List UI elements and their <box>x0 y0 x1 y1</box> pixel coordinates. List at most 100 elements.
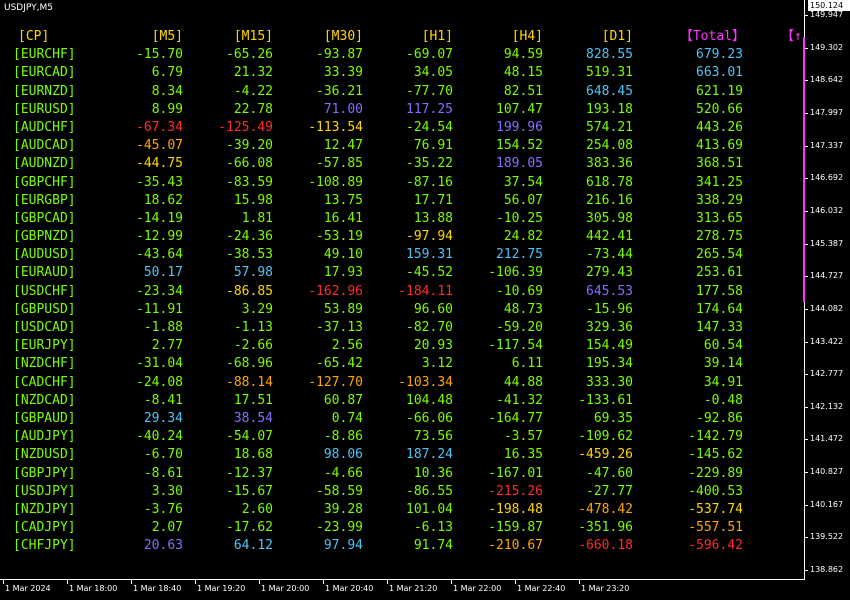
price-axis[interactable]: 150.124 149.947 149.302 148.642 147.997 147.… <box>805 0 850 580</box>
value-cell: 91.74 <box>413 538 453 554</box>
value-cell: 177.58 <box>696 283 743 299</box>
value-cell: 265.54 <box>696 247 743 263</box>
value-cell: -83.59 <box>226 174 273 190</box>
time-axis[interactable]: 1 Mar 2024 1 Mar 18:00 1 Mar 18:40 1 Mar 19… <box>0 580 805 600</box>
value-cell: -86.85 <box>226 283 273 299</box>
value-cell: -210.67 <box>488 538 543 554</box>
value-cell: -4.22 <box>233 83 273 99</box>
value-cell: 33.39 <box>323 65 363 81</box>
value-cell: -167.01 <box>488 465 543 481</box>
value-cell: -145.62 <box>688 447 743 463</box>
price-tick <box>805 276 808 278</box>
value-cell: 20.93 <box>413 338 453 354</box>
value-cell: 64.12 <box>233 538 273 554</box>
value-cell: 50.17 <box>143 265 183 281</box>
value-cell: 2.07 <box>151 520 183 536</box>
table-row: [GBPCHF] -35.43 -83.59 -108.89 -87.16 37.54 61… <box>0 174 805 192</box>
table-row: [NZDUSD] -6.70 18.68 98.06 187.24 16.35 -459.2… <box>0 446 805 464</box>
pair-label: [EURJPY] <box>13 338 76 354</box>
table-row: [NZDCHF] -31.04 -68.96 -65.42 3.12 6.11 195.34… <box>0 355 805 373</box>
price-tick <box>805 570 808 572</box>
table-row: [EURGBP] 18.62 15.98 13.75 17.71 56.07 216.16 3… <box>0 192 805 210</box>
value-cell: -27.77 <box>586 483 633 499</box>
value-cell: 383.36 <box>586 156 633 172</box>
value-cell: 8.34 <box>151 83 183 99</box>
value-cell: -113.54 <box>308 119 363 135</box>
value-cell: -125.49 <box>218 119 273 135</box>
value-cell: 98.06 <box>323 447 363 463</box>
value-cell: 520.66 <box>696 101 743 117</box>
time-tick <box>195 580 196 584</box>
pair-label: [AUDUSD] <box>13 247 76 263</box>
time-tick <box>3 580 4 584</box>
value-cell: -1.13 <box>233 320 273 335</box>
pair-label: [GBPCHF] <box>13 174 76 190</box>
table-row: [USDJPY] 3.30 -15.67 -58.59 -86.55 -215.26 -27… <box>0 483 805 501</box>
value-cell: -11.91 <box>136 301 183 317</box>
pair-label: [USDJPY] <box>13 483 76 499</box>
price-tick <box>805 243 808 245</box>
value-cell: 21.32 <box>233 65 273 81</box>
price-tick <box>805 504 808 506</box>
price-tick <box>805 178 808 180</box>
value-cell: 253.61 <box>696 265 743 281</box>
price-label: 141.472 <box>810 434 844 444</box>
value-cell: -660.18 <box>578 538 633 554</box>
value-cell: 117.25 <box>406 101 453 117</box>
time-label: 1 Mar 21:20 <box>389 584 438 593</box>
header-m5: [M5] <box>151 29 183 44</box>
time-tick <box>579 580 580 584</box>
value-cell: -117.54 <box>488 338 543 354</box>
price-label: 148.642 <box>810 75 844 85</box>
time-tick <box>67 580 68 584</box>
table-row: [USDCAD] -1.88 -1.13 -37.13 -82.70 -59.20 329.… <box>0 319 805 337</box>
price-tick <box>805 374 808 376</box>
table-row: [NZDCAD] -8.41 17.51 60.87 104.48 -41.32 -133.… <box>0 392 805 410</box>
value-cell: 107.47 <box>496 101 543 117</box>
value-cell: -77.70 <box>406 83 453 99</box>
value-cell: 443.26 <box>696 119 743 135</box>
chart-area[interactable]: USDJPY,M5 [CP] [M5] [M15] [M30] [H1] [H4] [D1]… <box>0 0 805 580</box>
value-cell: 60.54 <box>703 338 743 354</box>
value-cell: -15.70 <box>136 47 183 63</box>
value-cell: 18.62 <box>143 192 183 208</box>
value-cell: 828.55 <box>586 47 633 63</box>
value-cell: 48.73 <box>503 301 543 317</box>
value-cell: -59.20 <box>496 320 543 335</box>
value-cell: -478.42 <box>578 501 633 517</box>
table-row: [NZDJPY] -3.76 2.60 39.28 101.04 -198.48 -478.… <box>0 501 805 519</box>
time-label: 1 Mar 23:20 <box>581 584 630 593</box>
pair-label: [EURNZD] <box>13 83 76 99</box>
value-cell: -23.34 <box>136 283 183 299</box>
pair-label: [CADJPY] <box>13 520 76 536</box>
value-cell: 329.36 <box>586 320 633 335</box>
value-cell: 313.65 <box>696 210 743 226</box>
value-cell: 333.30 <box>586 374 633 390</box>
time-label: 1 Mar 2024 <box>5 584 51 593</box>
table-row: [GBPUSD] -11.91 3.29 53.89 96.60 48.73 -15.96 1… <box>0 301 805 319</box>
value-cell: 18.68 <box>233 447 273 463</box>
value-cell: -4.66 <box>323 465 363 481</box>
time-tick <box>515 580 516 584</box>
value-cell: -88.14 <box>226 374 273 390</box>
price-label: 144.082 <box>810 303 844 313</box>
price-label: 142.777 <box>810 369 844 379</box>
pair-label: [AUDCAD] <box>13 138 76 154</box>
value-cell: -37.13 <box>316 320 363 335</box>
table-row: [AUDUSD] -43.64 -38.53 49.10 159.31 212.75 -73… <box>0 246 805 264</box>
pair-label: [NZDUSD] <box>13 447 76 463</box>
value-cell: -92.86 <box>696 410 743 426</box>
value-cell: 13.75 <box>323 192 363 208</box>
table-row: [GBPCAD] -14.19 1.81 16.41 13.88 -10.25 305.98… <box>0 210 805 228</box>
value-cell: 22.78 <box>233 101 273 117</box>
value-cell: -86.55 <box>406 483 453 499</box>
value-cell: -41.32 <box>496 392 543 408</box>
value-cell: 71.00 <box>323 101 363 117</box>
value-cell: -127.70 <box>308 374 363 390</box>
value-cell: -66.06 <box>406 410 453 426</box>
price-tick <box>805 537 808 539</box>
price-tick <box>805 308 808 310</box>
table-row: [AUDCAD] -45.07 -39.20 12.47 76.91 154.52 254.… <box>0 137 805 155</box>
header-cp: [CP] <box>18 29 50 44</box>
value-cell: 305.98 <box>586 210 633 226</box>
